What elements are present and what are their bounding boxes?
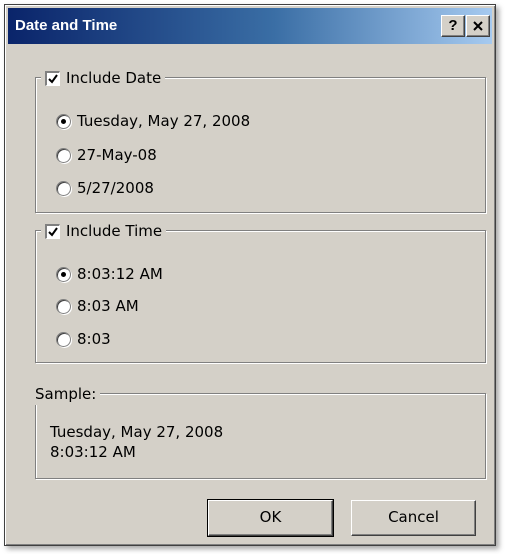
close-button[interactable] [466,15,490,37]
help-icon: ? [448,17,458,34]
checkmark-icon [48,73,58,84]
ok-button-label: OK [259,508,282,526]
ok-button[interactable]: OK [207,499,334,537]
date-option-label[interactable]: 5/27/2008 [77,179,154,197]
cancel-button-label: Cancel [388,508,439,526]
radio-button[interactable] [56,266,71,282]
dialog-title: Date and Time [15,17,118,34]
sample-time-text: 8:03:12 AM [50,443,136,461]
radio-button[interactable] [56,298,71,314]
radio-button[interactable] [56,113,71,129]
radio-button[interactable] [56,147,71,163]
time-option-label[interactable]: 8:03 [77,330,111,348]
date-option-medium[interactable]: 27-May-08 [56,145,157,165]
radio-button[interactable] [56,180,71,196]
include-date-legend: Include Date [41,67,166,89]
date-option-long[interactable]: Tuesday, May 27, 2008 [56,111,250,131]
time-option-medium[interactable]: 8:03 AM [56,296,139,316]
include-time-label[interactable]: Include Time [66,222,162,240]
radio-button[interactable] [56,331,71,347]
time-option-short[interactable]: 8:03 [56,329,111,349]
date-time-dialog: Date and Time ? Include Date Tuesday, Ma… [4,4,496,546]
time-option-label[interactable]: 8:03:12 AM [77,265,163,283]
include-date-checkbox[interactable] [45,70,60,86]
checkmark-icon [48,226,58,237]
date-group: Include Date Tuesday, May 27, 2008 27-Ma… [35,67,486,213]
time-group: Include Time 8:03:12 AM 8:03 AM 8:03 [35,220,486,363]
help-button[interactable]: ? [441,15,465,37]
date-option-short[interactable]: 5/27/2008 [56,178,154,198]
cancel-button[interactable]: Cancel [351,500,476,536]
time-option-long[interactable]: 8:03:12 AM [56,264,163,284]
title-bar[interactable]: Date and Time ? [8,8,492,44]
include-date-label[interactable]: Include Date [66,69,161,87]
time-option-label[interactable]: 8:03 AM [77,297,139,315]
sample-label: Sample: [35,385,97,403]
sample-date-text: Tuesday, May 27, 2008 [50,423,224,441]
date-option-label[interactable]: Tuesday, May 27, 2008 [77,112,250,130]
sample-legend: Sample: [35,383,101,405]
date-option-label[interactable]: 27-May-08 [77,146,157,164]
sample-group: Sample: Tuesday, May 27, 2008 8:03:12 AM [35,383,486,479]
include-time-checkbox[interactable] [45,223,60,239]
close-icon [473,21,483,31]
include-time-legend: Include Time [41,220,167,242]
